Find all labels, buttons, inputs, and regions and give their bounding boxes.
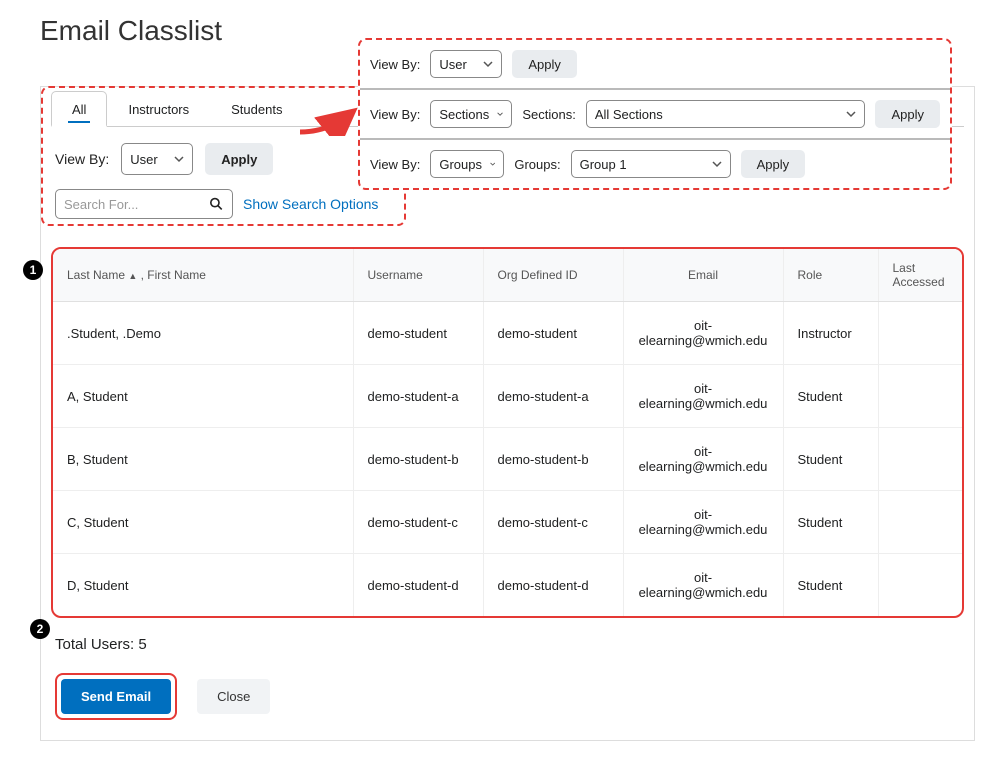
select-value: All Sections	[595, 107, 663, 122]
cell-role: Instructor	[783, 302, 878, 365]
select-value: Group 1	[580, 157, 627, 172]
close-button[interactable]: Close	[197, 679, 270, 714]
viewby-select-groups[interactable]: Groups	[430, 150, 504, 178]
cell-last-accessed	[878, 365, 962, 428]
cell-orgid: demo-student-d	[483, 554, 623, 617]
viewby-label: View By:	[370, 57, 420, 72]
col-header-last-accessed[interactable]: Last Accessed	[878, 249, 962, 302]
viewby-callout-panel: View By: User Apply View By: Sections Se…	[358, 38, 952, 190]
cell-username: demo-student-d	[353, 554, 483, 617]
annotation-badge-2: 2	[30, 619, 50, 639]
callout-row-user: View By: User Apply	[360, 40, 950, 90]
cell-last-accessed	[878, 554, 962, 617]
cell-email: oit-elearning@wmich.edu	[623, 491, 783, 554]
chevron-down-icon	[846, 109, 856, 119]
cell-email: oit-elearning@wmich.edu	[623, 554, 783, 617]
cell-role: Student	[783, 428, 878, 491]
viewby-label: View By:	[370, 107, 420, 122]
cell-username: demo-student-c	[353, 491, 483, 554]
classlist-table: Last Name ▲ , First Name Username Org De…	[53, 249, 962, 616]
apply-button[interactable]: Apply	[205, 143, 273, 175]
apply-button[interactable]: Apply	[875, 100, 940, 128]
cell-role: Student	[783, 365, 878, 428]
total-users-text: Total Users: 5	[41, 618, 974, 653]
search-icon[interactable]	[209, 196, 224, 212]
col-header-name[interactable]: Last Name ▲ , First Name	[53, 249, 353, 302]
cell-last-accessed	[878, 302, 962, 365]
viewby-label: View By:	[370, 157, 420, 172]
callout-arrow-icon	[297, 106, 359, 136]
viewby-select-sections[interactable]: Sections	[430, 100, 512, 128]
col-header-name-text: Last Name	[67, 268, 125, 282]
table-row: A, Studentdemo-student-ademo-student-aoi…	[53, 365, 962, 428]
table-row: C, Studentdemo-student-cdemo-student-coi…	[53, 491, 962, 554]
cell-role: Student	[783, 491, 878, 554]
viewby-label: View By:	[55, 151, 109, 167]
cell-name: A, Student	[53, 365, 353, 428]
chevron-down-icon	[490, 159, 495, 169]
cell-name: C, Student	[53, 491, 353, 554]
viewby-select[interactable]: User	[121, 143, 193, 175]
col-header-name-suffix: , First Name	[141, 268, 206, 282]
footer-buttons: Send Email Close	[41, 653, 974, 720]
groups-label: Groups:	[514, 157, 560, 172]
classlist-table-wrap: Last Name ▲ , First Name Username Org De…	[51, 247, 964, 618]
chevron-down-icon	[712, 159, 722, 169]
select-value: Groups	[439, 157, 482, 172]
cell-orgid: demo-student-b	[483, 428, 623, 491]
chevron-down-icon	[483, 59, 493, 69]
sections-label: Sections:	[522, 107, 575, 122]
cell-last-accessed	[878, 491, 962, 554]
col-header-username[interactable]: Username	[353, 249, 483, 302]
cell-name: B, Student	[53, 428, 353, 491]
chevron-down-icon	[497, 109, 503, 119]
groups-select[interactable]: Group 1	[571, 150, 731, 178]
sections-select[interactable]: All Sections	[586, 100, 866, 128]
cell-role: Student	[783, 554, 878, 617]
col-header-role[interactable]: Role	[783, 249, 878, 302]
table-row: .Student, .Demodemo-studentdemo-studento…	[53, 302, 962, 365]
cell-orgid: demo-student-c	[483, 491, 623, 554]
cell-username: demo-student	[353, 302, 483, 365]
table-row: D, Studentdemo-student-ddemo-student-doi…	[53, 554, 962, 617]
cell-email: oit-elearning@wmich.edu	[623, 302, 783, 365]
cell-last-accessed	[878, 428, 962, 491]
sort-asc-icon: ▲	[128, 271, 137, 281]
callout-row-groups: View By: Groups Groups: Group 1 Apply	[360, 140, 950, 188]
search-input[interactable]	[64, 197, 209, 212]
cell-username: demo-student-b	[353, 428, 483, 491]
tab-all[interactable]: All	[51, 91, 107, 127]
cell-username: demo-student-a	[353, 365, 483, 428]
tab-instructors[interactable]: Instructors	[107, 91, 210, 126]
apply-button[interactable]: Apply	[741, 150, 806, 178]
cell-email: oit-elearning@wmich.edu	[623, 428, 783, 491]
send-email-button[interactable]: Send Email	[61, 679, 171, 714]
chevron-down-icon	[174, 154, 184, 164]
select-value: User	[439, 57, 466, 72]
search-box	[55, 189, 233, 219]
cell-orgid: demo-student	[483, 302, 623, 365]
col-header-orgid[interactable]: Org Defined ID	[483, 249, 623, 302]
select-value: Sections	[439, 107, 489, 122]
send-email-annotation-outline: Send Email	[55, 673, 177, 720]
cell-orgid: demo-student-a	[483, 365, 623, 428]
cell-name: D, Student	[53, 554, 353, 617]
callout-row-sections: View By: Sections Sections: All Sections…	[360, 90, 950, 140]
show-search-options-link[interactable]: Show Search Options	[243, 196, 378, 212]
apply-button[interactable]: Apply	[512, 50, 577, 78]
viewby-select-user[interactable]: User	[430, 50, 502, 78]
cell-email: oit-elearning@wmich.edu	[623, 365, 783, 428]
select-value: User	[130, 152, 157, 167]
cell-name: .Student, .Demo	[53, 302, 353, 365]
tab-students[interactable]: Students	[210, 91, 303, 126]
col-header-email[interactable]: Email	[623, 249, 783, 302]
table-row: B, Studentdemo-student-bdemo-student-boi…	[53, 428, 962, 491]
annotation-badge-1: 1	[23, 260, 43, 280]
